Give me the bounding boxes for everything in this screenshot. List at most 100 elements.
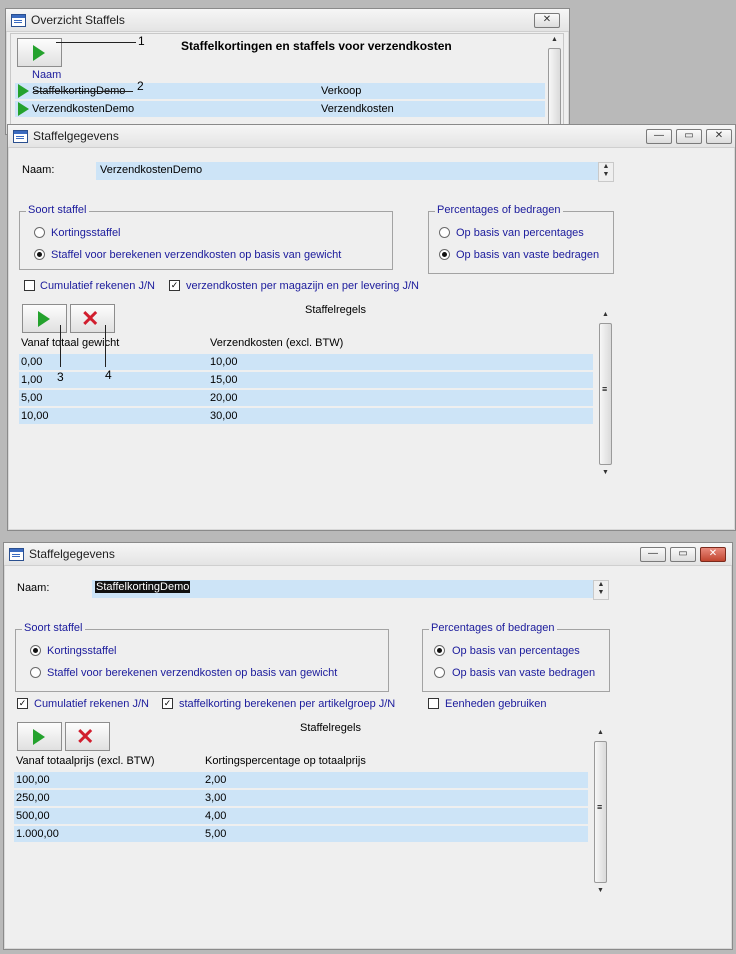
percentages-group: Percentages of bedragen Op basis van per… (428, 204, 614, 274)
play-icon (33, 45, 45, 61)
radio-verzendkosten[interactable] (34, 249, 45, 260)
radio-vaste-bedragen[interactable] (434, 667, 445, 678)
callout-line (33, 91, 133, 92)
col-header-naam: Naam (32, 69, 62, 81)
cell-kortingspercentage: 4,00 (205, 810, 227, 822)
radio-vaste-bedragen-label[interactable]: Op basis van vaste bedragen (456, 249, 599, 261)
cell-kortingspercentage: 3,00 (205, 792, 227, 804)
scroll-thumb[interactable] (548, 48, 561, 135)
radio-percentages-label[interactable]: Op basis van percentages (452, 645, 580, 657)
radio-percentages[interactable] (434, 645, 445, 656)
table-row[interactable]: 1.000,00 5,00 (14, 826, 588, 842)
radio-percentages-label[interactable]: Op basis van percentages (456, 227, 584, 239)
maximize-button[interactable]: ▭ (670, 547, 696, 562)
naam-value: VerzendkostenDemo (100, 164, 203, 176)
cell-kortingspercentage: 5,00 (205, 828, 227, 840)
minimize-button[interactable]: — (640, 547, 666, 562)
radio-verzendkosten-label[interactable]: Staffel voor berekenen verzendkosten op … (51, 249, 341, 261)
cell-totaalprijs: 1.000,00 (16, 828, 59, 840)
naam-label: Naam: (22, 164, 55, 176)
cell-gewicht: 10,00 (21, 410, 49, 422)
verzendkosten-magazijn-checkbox[interactable]: ✓ (169, 280, 180, 291)
up-arrow-icon[interactable]: ▲ (594, 581, 608, 589)
overview-titlebar[interactable]: Overzicht Staffels ✕ (6, 9, 569, 32)
radio-kortingsstaffel[interactable] (30, 645, 41, 656)
scroll-down-icon[interactable]: ▼ (598, 467, 613, 479)
checkmark-icon: ✓ (163, 698, 172, 708)
naam-value: StaffelkortingDemo (95, 581, 191, 593)
maximize-button[interactable]: ▭ (676, 129, 702, 144)
close-button[interactable]: ✕ (700, 547, 726, 562)
cell-kortingspercentage: 2,00 (205, 774, 227, 786)
scroll-up-icon[interactable]: ▲ (598, 309, 613, 321)
staffelregels-title: Staffelregels (305, 304, 366, 316)
delete-row-button[interactable]: ✕ (65, 722, 110, 751)
artikelgroep-label[interactable]: staffelkorting berekenen per artikelgroe… (179, 698, 395, 710)
radio-percentages[interactable] (439, 227, 450, 238)
verzendkosten-magazijn-label[interactable]: verzendkosten per magazijn en per leveri… (186, 280, 419, 292)
down-arrow-icon[interactable]: ▼ (594, 589, 608, 597)
staffelgegevens-window: Staffelgegevens — ▭ ✕ Naam: Staffelkorti… (3, 542, 733, 950)
minimize-button[interactable]: — (646, 129, 672, 144)
naam-scroll[interactable]: ▲ ▼ (598, 162, 614, 182)
col-header-totaalprijs: Vanaf totaalprijs (excl. BTW) (16, 755, 155, 767)
cumulatief-checkbox[interactable]: ✓ (17, 698, 28, 709)
close-button[interactable]: ✕ (534, 13, 560, 28)
naam-field[interactable]: StaffelkortingDemo (92, 580, 594, 598)
vertical-scrollbar[interactable]: ▲ (547, 34, 562, 135)
cumulatief-label[interactable]: Cumulatief rekenen J/N (40, 280, 155, 292)
eenheden-label[interactable]: Eenheden gebruiken (445, 698, 547, 710)
radio-kortingsstaffel-label[interactable]: Kortingsstaffel (51, 227, 121, 239)
scroll-up-icon[interactable]: ▲ (593, 727, 608, 739)
artikelgroep-checkbox[interactable]: ✓ (162, 698, 173, 709)
scroll-up-icon[interactable]: ▲ (547, 34, 562, 46)
window-titlebar[interactable]: Staffelgegevens — ▭ ✕ (4, 543, 732, 566)
naam-field[interactable]: VerzendkostenDemo (96, 162, 599, 180)
eenheden-checkbox[interactable] (428, 698, 439, 709)
overview-title: Overzicht Staffels (31, 13, 125, 27)
scroll-thumb[interactable]: ≡ (594, 741, 607, 883)
callout-line (105, 325, 106, 367)
scroll-thumb[interactable]: ≡ (599, 323, 612, 465)
cell-gewicht: 1,00 (21, 374, 43, 386)
callout-line (56, 42, 136, 43)
table-row[interactable]: 250,00 3,00 (14, 790, 588, 806)
close-button[interactable]: ✕ (706, 129, 732, 144)
cell-totaalprijs: 500,00 (16, 810, 50, 822)
radio-vaste-bedragen[interactable] (439, 249, 450, 260)
add-row-button[interactable] (17, 722, 62, 751)
play-icon (18, 102, 29, 116)
vertical-scrollbar[interactable]: ▲ ≡ ▼ (593, 727, 608, 897)
table-row[interactable]: 5,00 20,00 (19, 390, 593, 406)
grip-icon: ≡ (602, 384, 608, 394)
table-row[interactable]: 100,00 2,00 (14, 772, 588, 788)
list-item-name: VerzendkostenDemo (32, 103, 135, 115)
table-row[interactable]: 500,00 4,00 (14, 808, 588, 824)
up-arrow-icon[interactable]: ▲ (599, 163, 613, 171)
cumulatief-checkbox[interactable] (24, 280, 35, 291)
staffelregels-title: Staffelregels (300, 722, 361, 734)
radio-verzendkosten-label[interactable]: Staffel voor berekenen verzendkosten op … (47, 667, 337, 679)
window-title: Staffelgegevens (33, 129, 119, 143)
naam-scroll[interactable]: ▲ ▼ (593, 580, 609, 600)
cumulatief-label[interactable]: Cumulatief rekenen J/N (34, 698, 149, 710)
staffelgegevens-window: Staffelgegevens — ▭ ✕ Naam: Verzendkoste… (7, 124, 736, 531)
window-title: Staffelgegevens (29, 547, 115, 561)
percentages-title: Percentages of bedragen (435, 204, 563, 216)
cell-verzendkosten: 20,00 (210, 392, 238, 404)
radio-verzendkosten[interactable] (30, 667, 41, 678)
delete-x-icon: ✕ (76, 724, 95, 749)
naam-label: Naam: (17, 582, 50, 594)
window-titlebar[interactable]: Staffelgegevens — ▭ ✕ (8, 125, 735, 148)
radio-kortingsstaffel-label[interactable]: Kortingsstaffel (47, 645, 117, 657)
overview-heading: Staffelkortingen en staffels voor verzen… (181, 39, 452, 53)
list-item[interactable]: VerzendkostenDemo Verzendkosten (15, 101, 545, 117)
down-arrow-icon[interactable]: ▼ (599, 171, 613, 179)
delete-row-button[interactable]: ✕ (70, 304, 115, 333)
radio-kortingsstaffel[interactable] (34, 227, 45, 238)
table-row[interactable]: 10,00 30,00 (19, 408, 593, 424)
scroll-down-icon[interactable]: ▼ (593, 885, 608, 897)
list-item-type: Verzendkosten (321, 103, 394, 115)
vertical-scrollbar[interactable]: ▲ ≡ ▼ (598, 309, 613, 479)
radio-vaste-bedragen-label[interactable]: Op basis van vaste bedragen (452, 667, 595, 679)
